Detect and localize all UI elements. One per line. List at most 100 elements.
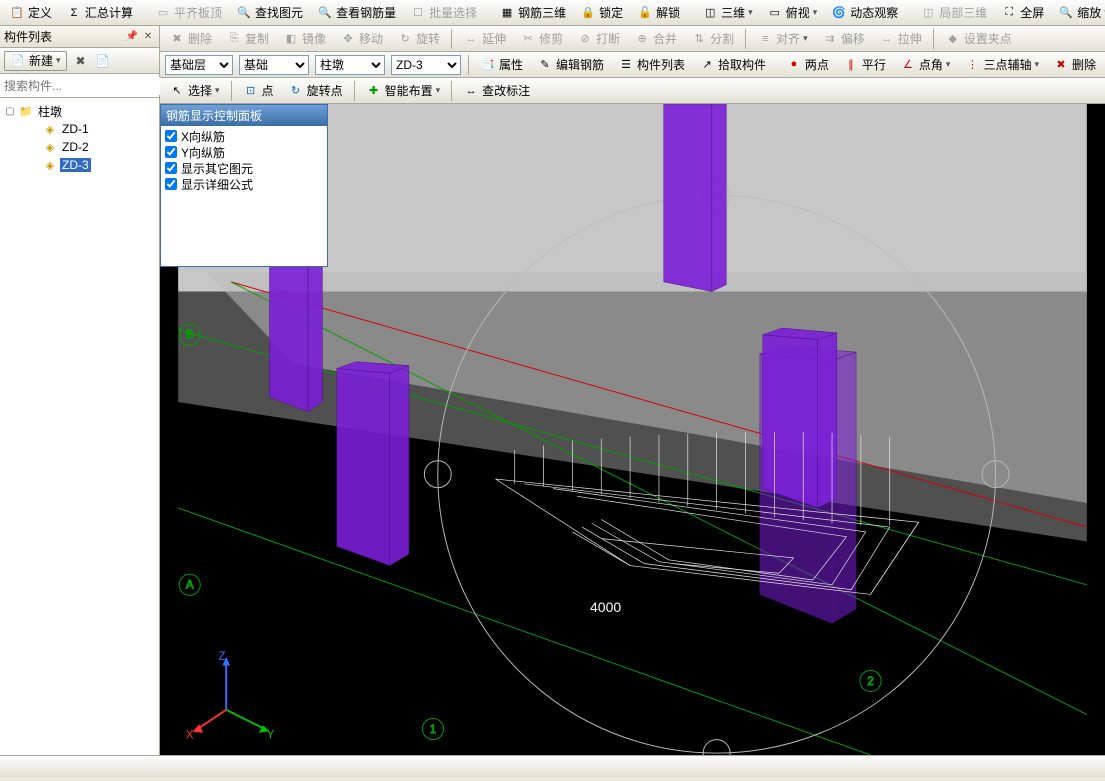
search-icon: 🔍	[317, 5, 333, 21]
tree-root[interactable]: ▢ 📁 柱墩	[2, 102, 157, 120]
close-icon[interactable]: ✕	[141, 30, 155, 44]
svg-text:X: X	[186, 730, 194, 742]
tree-item-label: ZD-2	[60, 140, 91, 154]
top-view-button[interactable]: ▭俯视▾	[761, 2, 824, 24]
checkbox-x-long[interactable]: X向纵筋	[165, 128, 323, 144]
float-panel-title[interactable]: 钢筋显示控制面板	[161, 105, 327, 126]
copy-icon[interactable]: 📄	[95, 53, 111, 69]
chevron-down-icon: ▾	[56, 55, 61, 66]
smart-place-button[interactable]: ✚智能布置▾	[360, 80, 447, 102]
search-bar: 🔍	[0, 74, 159, 98]
checkbox-show-formula[interactable]: 显示详细公式	[165, 176, 323, 192]
tree-item-label: ZD-3	[60, 158, 91, 172]
tree-item[interactable]: ◈ZD-2	[26, 138, 157, 156]
search-input[interactable]	[0, 77, 163, 95]
offset-button[interactable]: ⇉偏移	[816, 28, 871, 50]
sigma-icon: Σ	[66, 5, 82, 21]
stretch-button[interactable]: ↔拉伸	[873, 28, 928, 50]
define-button[interactable]: 📋定义	[3, 2, 58, 24]
split-button[interactable]: ⇅分割	[685, 28, 740, 50]
lock-icon: 🔒	[580, 5, 596, 21]
3d-button[interactable]: ◫三维▾	[696, 2, 759, 24]
trim-button[interactable]: ✂修剪	[514, 28, 569, 50]
pin-icon[interactable]: 📌	[125, 30, 139, 44]
panel-title: 构件列表	[4, 28, 123, 45]
edit-rebar-button[interactable]: ✎编辑钢筋	[531, 54, 610, 76]
cube-icon: ◫	[920, 5, 936, 21]
mirror-button[interactable]: ◧镜像	[277, 28, 332, 50]
check-dim-button[interactable]: ↔查改标注	[457, 80, 536, 102]
two-point-button[interactable]: ⦁两点	[780, 54, 835, 76]
rotate-icon: ↻	[397, 31, 413, 47]
checkbox-input[interactable]	[165, 130, 177, 142]
copy-button[interactable]: ⎘复制	[220, 28, 275, 50]
merge-button[interactable]: ⊕合并	[628, 28, 683, 50]
grid-icon: ▦	[499, 5, 515, 21]
point-button[interactable]: ⊡点	[237, 80, 280, 102]
rebar-3d-button[interactable]: ▦钢筋三维	[493, 2, 572, 24]
placement-toolbar: ↖选择▾ ⊡点 ↻旋转点 ✚智能布置▾ ↔查改标注	[160, 78, 1105, 104]
merge-icon: ⊕	[634, 31, 650, 47]
rotate-button[interactable]: ↻旋转	[391, 28, 446, 50]
item-select[interactable]: ZD-3	[391, 55, 461, 75]
move-button[interactable]: ✥移动	[334, 28, 389, 50]
unlock-button[interactable]: 🔓解锁	[631, 2, 686, 24]
align-icon: ▭	[155, 5, 171, 21]
align-top-button[interactable]: ▭平齐板顶	[149, 2, 228, 24]
point-angle-button[interactable]: ∠点角▾	[894, 54, 957, 76]
lock-button[interactable]: 🔒锁定	[574, 2, 629, 24]
checkbox-input[interactable]	[165, 146, 177, 158]
main-area: 构件列表 📌 ✕ 📄新建▾ ✖ 📄 🔍 ▢ 📁 柱墩 ◈ZD-1 ◈ZD-2 ◈…	[0, 26, 1105, 755]
new-button[interactable]: 📄新建▾	[4, 51, 67, 71]
parallel-button[interactable]: ∥平行	[837, 54, 892, 76]
delete-icon[interactable]: ✖	[73, 53, 89, 69]
view-rebar-button[interactable]: 🔍查看钢筋量	[311, 2, 402, 24]
set-grip-button[interactable]: ◆设置夹点	[939, 28, 1018, 50]
multi-select-icon: ☐	[410, 5, 426, 21]
zoom-button[interactable]: 🔍缩放▾	[1052, 2, 1105, 24]
dynamic-observe-button[interactable]: 🌀动态观察	[825, 2, 904, 24]
rebar-display-panel[interactable]: 钢筋显示控制面板 X向纵筋 Y向纵筋 显示其它图元 显示详细公式	[160, 104, 328, 267]
local-3d-button[interactable]: ◫局部三维	[914, 2, 993, 24]
three-pt-aux-button[interactable]: ⋮三点辅轴▾	[958, 54, 1045, 76]
fullscreen-button[interactable]: ⛶全屏	[995, 2, 1050, 24]
tree-item[interactable]: ◈ZD-3	[26, 156, 157, 174]
chevron-down-icon: ▾	[215, 85, 220, 96]
orbit-icon: 🌀	[831, 5, 847, 21]
checkbox-input[interactable]	[165, 178, 177, 190]
sigma-calc-button[interactable]: Σ汇总计算	[60, 2, 139, 24]
chevron-down-icon: ▾	[436, 85, 441, 96]
main-toolbar: 📋定义 Σ汇总计算 ▭平齐板顶 🔍查找图元 🔍查看钢筋量 ☐批量选择 ▦钢筋三维…	[0, 0, 1105, 26]
batch-select-button[interactable]: ☐批量选择	[404, 2, 483, 24]
delete-icon: ✖	[169, 31, 185, 47]
3d-viewport[interactable]: 钢筋显示控制面板 X向纵筋 Y向纵筋 显示其它图元 显示详细公式	[160, 104, 1105, 755]
checkbox-input[interactable]	[165, 162, 177, 174]
svg-text:Z: Z	[219, 651, 226, 663]
find-unit-button[interactable]: 🔍查找图元	[230, 2, 309, 24]
component-list-button[interactable]: ☰构件列表	[612, 54, 691, 76]
align-button[interactable]: ≡对齐▾	[751, 28, 814, 50]
component-tree[interactable]: ▢ 📁 柱墩 ◈ZD-1 ◈ZD-2 ◈ZD-3	[0, 98, 159, 755]
collapse-icon[interactable]: ▢	[4, 106, 16, 117]
select-button[interactable]: ↖选择▾	[163, 80, 226, 102]
checkbox-show-others[interactable]: 显示其它图元	[165, 160, 323, 176]
properties-button[interactable]: 📑属性	[474, 54, 529, 76]
type-select[interactable]: 柱墩	[315, 55, 385, 75]
chevron-down-icon: ▾	[748, 7, 753, 18]
pick-component-button[interactable]: ↗拾取构件	[693, 54, 772, 76]
rotate-point-button[interactable]: ↻旋转点	[282, 80, 349, 102]
layer-select[interactable]: 基础层	[165, 55, 233, 75]
delete-button[interactable]: ✖删除	[163, 28, 218, 50]
component-list-panel: 构件列表 📌 ✕ 📄新建▾ ✖ 📄 🔍 ▢ 📁 柱墩 ◈ZD-1 ◈ZD-2 ◈…	[0, 26, 160, 755]
split-icon: ⇅	[691, 31, 707, 47]
chevron-down-icon: ▾	[813, 7, 818, 18]
grip-icon: ◆	[945, 31, 961, 47]
break-button[interactable]: ⊘打断	[571, 28, 626, 50]
checkbox-y-long[interactable]: Y向纵筋	[165, 144, 323, 160]
extend-button[interactable]: ↔延伸	[457, 28, 512, 50]
edit-icon: ✎	[537, 57, 553, 73]
delete-aux-button[interactable]: ✖删除	[1047, 54, 1102, 76]
edit-ops-toolbar: ✖删除 ⎘复制 ◧镜像 ✥移动 ↻旋转 ↔延伸 ✂修剪 ⊘打断 ⊕合并 ⇅分割 …	[160, 26, 1105, 52]
tree-item[interactable]: ◈ZD-1	[26, 120, 157, 138]
category-select[interactable]: 基础	[239, 55, 309, 75]
